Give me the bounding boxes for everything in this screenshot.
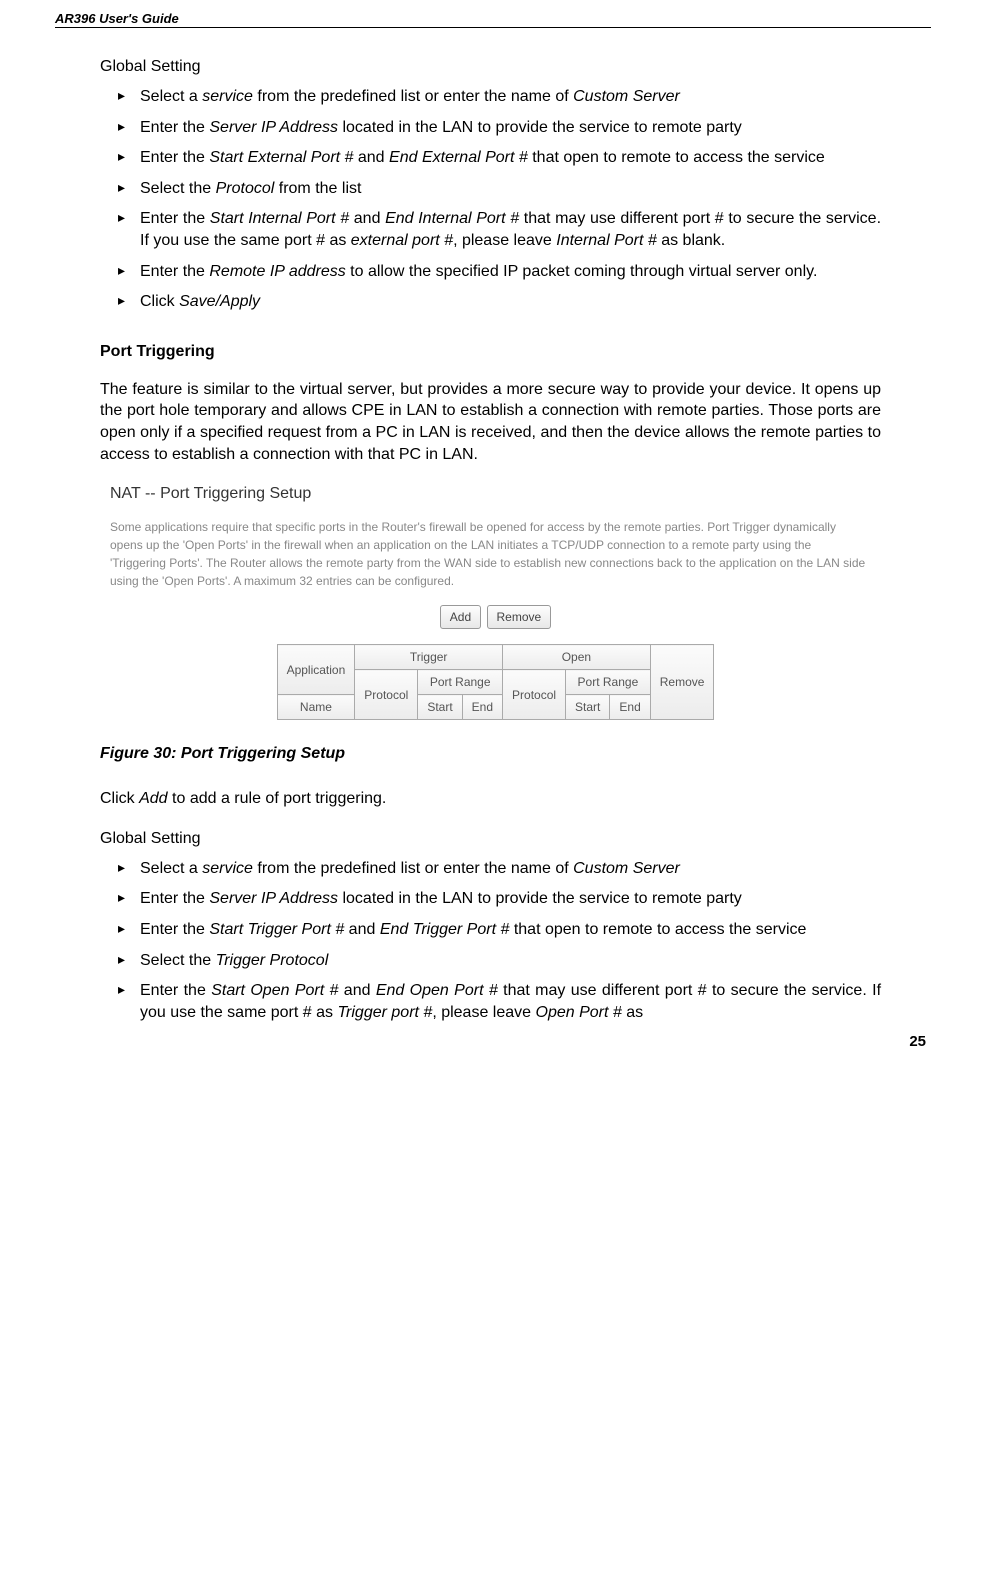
- list-item: Select the Protocol from the list: [118, 178, 881, 200]
- bullet-list-2: Select a service from the predefined lis…: [100, 858, 881, 1024]
- remove-button[interactable]: Remove: [487, 605, 552, 629]
- port-triggering-table: Application Trigger Open Remove Protocol…: [277, 644, 715, 720]
- list-item: Click Save/Apply: [118, 291, 881, 313]
- th-name: Name: [277, 695, 355, 720]
- header-guide-title: AR396 User's Guide: [55, 11, 179, 27]
- figure-caption: Figure 30: Port Triggering Setup: [100, 745, 881, 763]
- th-start-trigger: Start: [418, 695, 462, 720]
- th-open: Open: [503, 645, 651, 670]
- port-triggering-description: The feature is similar to the virtual se…: [100, 379, 881, 465]
- list-item: Enter the Remote IP address to allow the…: [118, 261, 881, 283]
- list-item: Enter the Start Trigger Port # and End T…: [118, 919, 881, 941]
- th-protocol-trigger: Protocol: [355, 670, 418, 720]
- list-item: Select a service from the predefined lis…: [118, 86, 881, 108]
- th-start-open: Start: [566, 695, 610, 720]
- global-setting-label-1: Global Setting: [100, 58, 881, 76]
- list-item: Select a service from the predefined lis…: [118, 858, 881, 880]
- add-button[interactable]: Add: [440, 605, 481, 629]
- th-remove: Remove: [650, 645, 714, 720]
- screenshot-title: NAT -- Port Triggering Setup: [110, 485, 881, 503]
- list-item: Enter the Start External Port # and End …: [118, 147, 881, 169]
- list-item: Enter the Server IP Address located in t…: [118, 888, 881, 910]
- th-protocol-open: Protocol: [503, 670, 566, 720]
- list-item: Enter the Start Open Port # and End Open…: [118, 980, 881, 1023]
- bullet-list-1: Select a service from the predefined lis…: [100, 86, 881, 313]
- port-triggering-heading: Port Triggering: [100, 343, 881, 361]
- th-trigger: Trigger: [355, 645, 503, 670]
- screenshot-mockup: NAT -- Port Triggering Setup Some applic…: [110, 485, 881, 720]
- page-number: 25: [55, 1033, 931, 1050]
- th-portrange-open: Port Range: [566, 670, 651, 695]
- th-portrange-trigger: Port Range: [418, 670, 503, 695]
- global-setting-label-2: Global Setting: [100, 830, 881, 848]
- list-item: Select the Trigger Protocol: [118, 950, 881, 972]
- th-end-trigger: End: [462, 695, 502, 720]
- screenshot-description: Some applications require that specific …: [110, 518, 870, 590]
- click-add-instruction: Click Add to add a rule of port triggeri…: [100, 788, 881, 810]
- list-item: Enter the Start Internal Port # and End …: [118, 208, 881, 251]
- th-application: Application: [277, 645, 355, 695]
- list-item: Enter the Server IP Address located in t…: [118, 117, 881, 139]
- th-end-open: End: [610, 695, 650, 720]
